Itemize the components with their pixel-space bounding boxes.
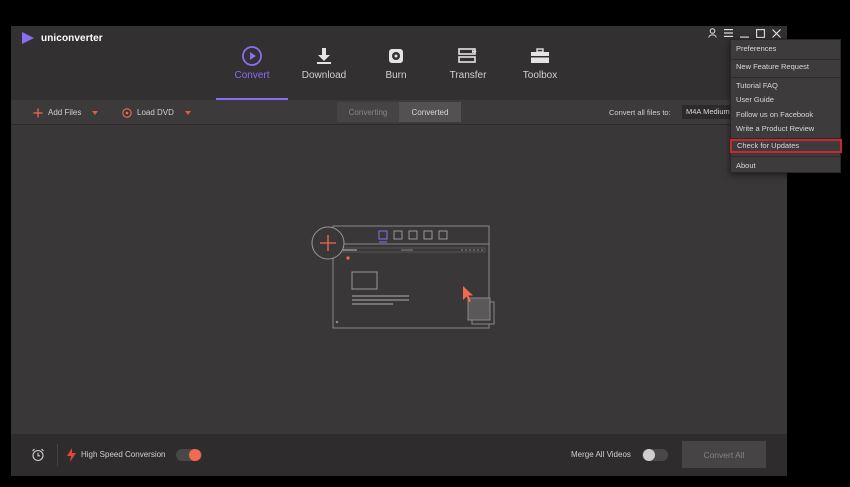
disc-icon	[388, 45, 404, 67]
maximize-icon[interactable]	[755, 27, 765, 39]
lightning-icon	[67, 448, 76, 462]
convert-all-to-label: Convert all files to:	[609, 108, 671, 117]
nav-convert-label: Convert	[234, 70, 270, 81]
logo-icon	[22, 32, 34, 44]
add-files-button[interactable]: Add Files	[33, 100, 99, 125]
status-tabs: Converting Converted	[337, 102, 461, 122]
tab-converted[interactable]: Converted	[399, 102, 461, 122]
high-speed-toggle[interactable]	[176, 449, 202, 461]
menu-item-tutorial-faq[interactable]: Tutorial FAQ	[731, 79, 840, 93]
load-dvd-dropdown-icon[interactable]	[184, 110, 191, 115]
convert-all-button[interactable]: Convert All	[682, 441, 766, 468]
alarm-clock-icon[interactable]	[31, 448, 45, 462]
nav-toolbox-label: Toolbox	[522, 70, 558, 81]
toggle-knob	[643, 449, 655, 461]
app-name: uniconverter	[41, 32, 103, 44]
menu-item-user-guide[interactable]: User Guide	[731, 93, 840, 107]
play-circle-icon	[241, 45, 263, 67]
top-bar: uniconverter Convert Download Burn Trans…	[11, 26, 787, 100]
toggle-knob	[189, 449, 201, 461]
nav-toolbox[interactable]: Toolbox	[504, 26, 576, 100]
tab-converting[interactable]: Converting	[337, 102, 399, 122]
close-icon[interactable]	[771, 27, 781, 39]
add-files-dropdown-icon[interactable]	[92, 110, 99, 115]
merge-videos-toggle[interactable]	[642, 449, 668, 461]
plus-icon	[33, 108, 43, 117]
load-dvd-label: Load DVD	[137, 108, 174, 117]
bottom-divider	[57, 444, 58, 466]
nav-transfer-label: Transfer	[449, 70, 487, 81]
add-files-label: Add Files	[48, 108, 82, 117]
toolbar: Add Files Load DVD Converting Converted …	[11, 100, 787, 125]
load-dvd-button[interactable]: Load DVD	[122, 100, 191, 125]
file-drop-area[interactable]	[11, 126, 787, 434]
settings-dropdown-menu: Preferences New Feature Request Tutorial…	[730, 39, 842, 173]
main-nav: Convert Download Burn Transfer Toolbox	[216, 26, 576, 100]
window-controls	[707, 27, 781, 39]
menu-item-new-feature-request[interactable]: New Feature Request	[731, 60, 840, 74]
menu-item-about[interactable]: About	[731, 159, 840, 173]
dvd-icon	[122, 107, 132, 118]
menu-icon[interactable]	[723, 27, 733, 39]
bottom-bar: High Speed Conversion Merge All Videos C…	[11, 434, 787, 476]
high-speed-conversion-label: High Speed Conversion	[81, 450, 166, 459]
menu-item-follow-facebook[interactable]: Follow us on Facebook	[731, 108, 840, 122]
transfer-icon	[458, 45, 478, 67]
download-icon	[316, 45, 332, 67]
nav-burn-label: Burn	[385, 70, 407, 81]
user-icon[interactable]	[707, 27, 717, 39]
nav-download[interactable]: Download	[288, 26, 360, 100]
menu-item-check-for-updates[interactable]: Check for Updates	[730, 139, 842, 153]
merge-all-videos-label: Merge All Videos	[571, 450, 631, 459]
minimize-icon[interactable]	[739, 27, 749, 39]
nav-transfer[interactable]: Transfer	[432, 26, 504, 100]
menu-separator	[731, 77, 840, 78]
menu-item-preferences[interactable]: Preferences	[731, 42, 840, 56]
nav-download-label: Download	[301, 70, 347, 81]
nav-convert[interactable]: Convert	[216, 26, 288, 100]
menu-item-write-review[interactable]: Write a Product Review	[731, 122, 840, 136]
nav-burn[interactable]: Burn	[360, 26, 432, 100]
app-window: uniconverter Convert Download Burn Trans…	[11, 26, 787, 476]
toolbox-icon	[530, 45, 550, 67]
app-logo: uniconverter	[21, 32, 103, 44]
add-files-illustration[interactable]	[301, 220, 511, 340]
menu-separator	[731, 156, 840, 157]
